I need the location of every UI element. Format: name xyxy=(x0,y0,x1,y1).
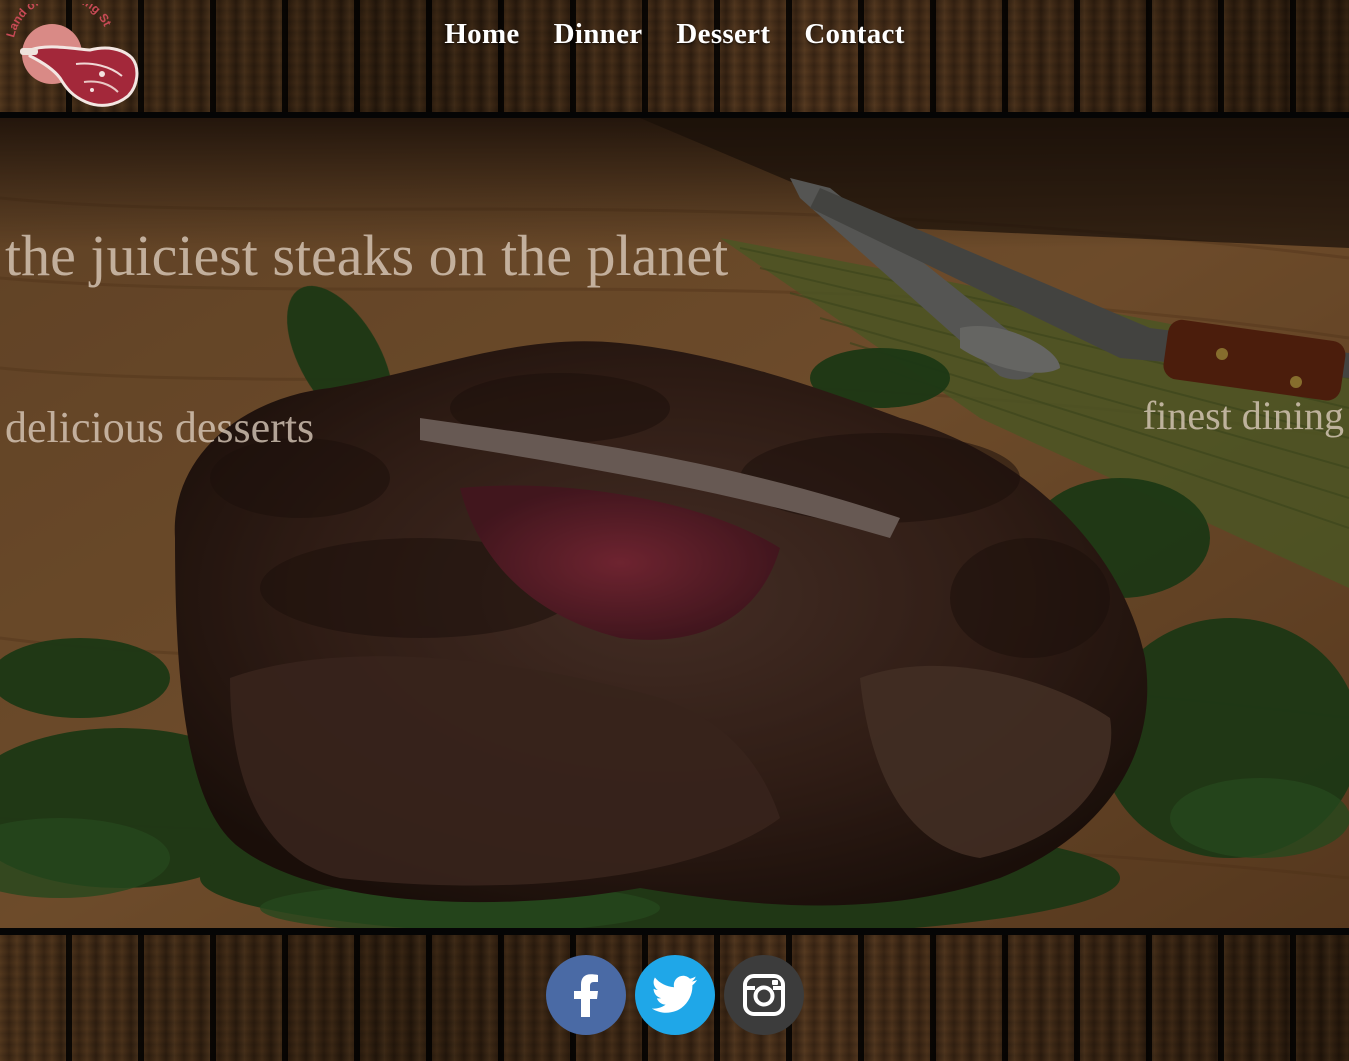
main-nav: Home Dinner Dessert Contact xyxy=(0,18,1349,51)
twitter-icon[interactable] xyxy=(634,955,715,1035)
nav-link-contact[interactable]: Contact xyxy=(804,18,904,51)
nav-link-dessert[interactable]: Dessert xyxy=(676,18,770,51)
hero-tagline-dining: finest dining xyxy=(1142,393,1344,438)
hero-tagline-desserts: delicious desserts xyxy=(5,403,315,452)
hero-banner: the juiciest steaks on the planet delici… xyxy=(0,118,1349,928)
site-header: Land of the Rising Steak Home Dinner Des… xyxy=(0,0,1349,118)
hero-tagline-steaks: the juiciest steaks on the planet xyxy=(5,223,729,288)
social-links xyxy=(0,955,1349,1035)
facebook-icon[interactable] xyxy=(545,955,626,1035)
instagram-icon[interactable] xyxy=(723,955,804,1035)
nav-link-home[interactable]: Home xyxy=(444,18,519,51)
site-footer xyxy=(0,928,1349,1061)
nav-link-dinner[interactable]: Dinner xyxy=(554,18,643,51)
